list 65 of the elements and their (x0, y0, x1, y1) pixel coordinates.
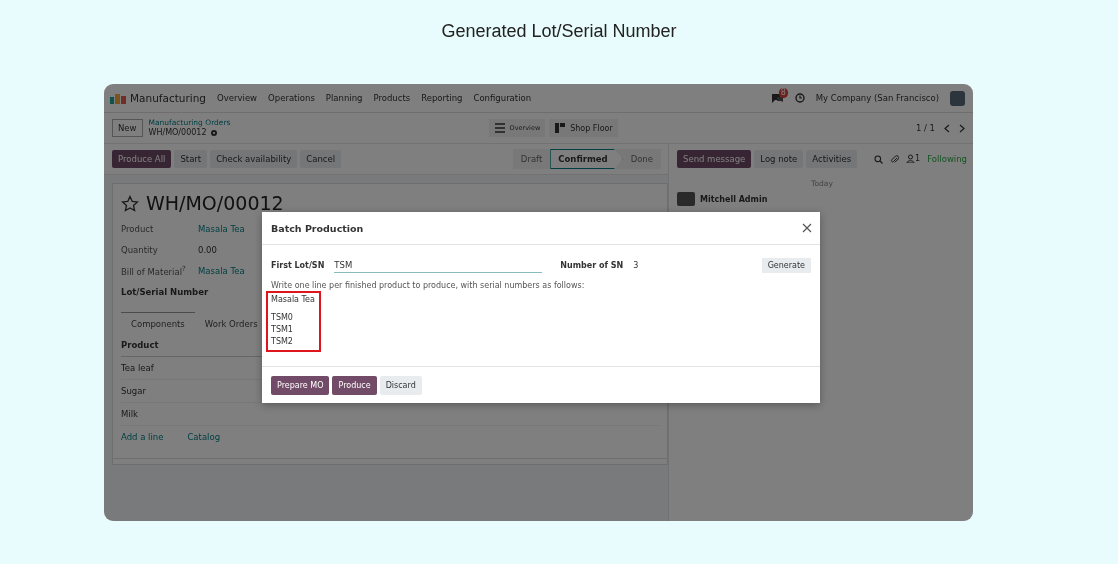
dialog-button[interactable]: Prepare MO (271, 375, 330, 395)
followers-button[interactable]: 1 (906, 153, 921, 165)
record-name: WH/MO/00012 (148, 128, 207, 138)
product-line: Masala Tea (271, 294, 315, 306)
chevron-right-icon[interactable] (959, 123, 965, 133)
field-label: Number of SN (560, 260, 624, 270)
status-stage[interactable]: Confirmed (550, 149, 623, 169)
menu-icon (493, 122, 506, 134)
field-link[interactable]: Masala Tea (198, 223, 245, 234)
person-icon (906, 153, 916, 163)
serial-line: TSM1 (271, 324, 294, 336)
following-button[interactable]: Following (927, 154, 967, 164)
field-value: 3 (633, 260, 639, 270)
shop-floor-icon (554, 122, 567, 134)
dialog-title: Batch Production (271, 222, 364, 234)
menu-item[interactable]: Products (373, 93, 411, 103)
chatter-button[interactable]: Send message (677, 150, 752, 168)
star-icon[interactable] (121, 194, 139, 212)
menu-item[interactable]: Planning (325, 93, 363, 103)
dialog-button[interactable]: Discard (379, 375, 422, 395)
add-link[interactable]: Catalog (187, 432, 221, 442)
section-label: Lot/Serial Number (121, 286, 209, 297)
new-button[interactable]: New (112, 119, 143, 137)
status-stage[interactable]: Draft (512, 149, 551, 169)
field-label: Quantity (121, 244, 159, 255)
field-label: Bill of Material$^{?}$ (121, 264, 187, 277)
status-stage[interactable]: Done (622, 149, 661, 169)
clock-icon[interactable] (794, 93, 805, 103)
app-title[interactable]: Manufacturing (110, 92, 207, 104)
author-name: Mitchell Admin (700, 194, 768, 204)
chevron-left-icon[interactable] (944, 123, 950, 133)
close-icon[interactable] (802, 223, 812, 233)
menu-item[interactable]: Configuration (473, 93, 532, 103)
chatter-button[interactable]: Log note (754, 150, 804, 168)
author-avatar (677, 192, 695, 206)
add-link[interactable]: Add a line (121, 432, 164, 442)
field-link[interactable]: Masala Tea (198, 265, 245, 276)
field-label: First Lot/SN (271, 260, 325, 270)
serial-line: TSM2 (271, 336, 294, 348)
dialog-button[interactable]: Produce (332, 375, 377, 395)
search-icon[interactable] (874, 154, 884, 164)
action-button[interactable]: Check availability (210, 150, 298, 168)
page-heading: Generated Lot/Serial Number (440, 20, 678, 43)
user-avatar[interactable] (950, 90, 965, 106)
view-button[interactable]: Shop Floor (549, 119, 618, 137)
gear-icon[interactable] (209, 129, 218, 137)
tab[interactable]: Components (121, 311, 195, 335)
paperclip-icon[interactable] (890, 154, 900, 164)
menu-item[interactable]: Overview (217, 93, 258, 103)
menu-item[interactable]: Reporting (421, 93, 463, 103)
field-label: Product (121, 223, 155, 234)
generate-button[interactable]: Generate (761, 257, 811, 273)
action-button[interactable]: Cancel (300, 150, 342, 168)
company-switcher[interactable]: My Company (San Francisco) (815, 93, 939, 103)
menu-item[interactable]: Operations (268, 93, 315, 103)
chatter-button[interactable]: Activities (806, 150, 858, 168)
pager-value: 1 / 1 (915, 123, 935, 133)
serial-line: TSM0 (271, 312, 294, 324)
app-logo-icon (110, 92, 126, 104)
record-title: WH/MO/00012 (146, 192, 284, 214)
hint-text: Write one line per finished product to produce, with serial numbers as follows: (271, 281, 586, 290)
message-count-badge: 8 (778, 87, 788, 98)
action-button[interactable]: Produce All (112, 150, 172, 168)
field-value: 0.00 (198, 244, 217, 255)
action-button[interactable]: Start (174, 150, 208, 168)
